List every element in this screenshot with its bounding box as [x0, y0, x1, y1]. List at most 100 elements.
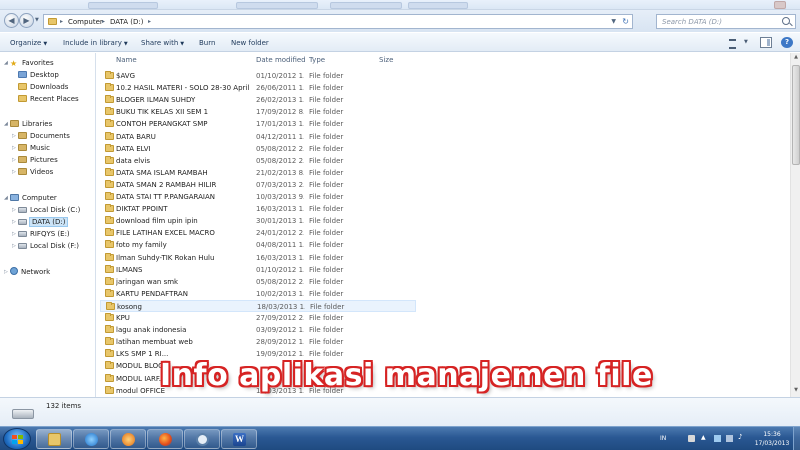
table-row[interactable]: DATA ELVI 05/08/2012 2... File folder — [100, 143, 416, 155]
preview-pane-icon[interactable] — [760, 37, 772, 48]
forward-button[interactable]: ▶ — [19, 13, 34, 28]
nav-rifqys-e[interactable]: RIFQYS (E:) — [18, 230, 70, 238]
videos-icon — [18, 168, 27, 175]
nav-libraries[interactable]: Libraries — [10, 120, 52, 128]
nav-network[interactable]: Network — [10, 267, 50, 276]
new-folder-button[interactable]: New folder — [231, 39, 269, 47]
show-desktop-button[interactable] — [793, 427, 800, 450]
action-center-icon[interactable] — [714, 435, 721, 442]
scroll-up-icon[interactable]: ▲ — [792, 54, 800, 63]
nav-music[interactable]: Music — [18, 144, 50, 152]
expand-arrow-icon[interactable]: ▷ — [12, 133, 16, 139]
taskbar-magnifier[interactable] — [184, 429, 220, 449]
expand-arrow-icon[interactable]: ▷ — [12, 243, 16, 249]
table-row[interactable]: ILMANS 01/10/2012 1... File folder — [100, 264, 416, 276]
expand-arrow-icon[interactable]: ▷ — [12, 145, 16, 151]
table-row[interactable]: foto my family 04/08/2011 1... File folder — [100, 239, 416, 251]
breadcrumb-data-d[interactable]: DATA (D:) — [110, 18, 143, 26]
nav-computer[interactable]: Computer — [10, 194, 57, 202]
refresh-icon[interactable]: ↻ — [622, 17, 629, 26]
change-view-icon[interactable] — [728, 37, 740, 49]
expand-arrow-icon[interactable]: ▷ — [12, 157, 16, 163]
start-button[interactable] — [3, 428, 31, 450]
expand-arrow-icon[interactable]: ▷ — [12, 231, 16, 237]
tray-arrow-icon[interactable]: ▲ — [701, 434, 708, 441]
nav-data-d[interactable]: DATA (D:) — [18, 217, 69, 227]
collapse-arrow-icon[interactable]: ◢ — [4, 121, 8, 127]
collapse-arrow-icon[interactable]: ◢ — [4, 195, 8, 201]
organize-button[interactable]: Organize ▼ — [10, 39, 47, 47]
table-row[interactable]: latihan membuat web 28/09/2012 1... File f… — [100, 336, 416, 348]
table-row[interactable]: Ilman Suhdy-TIK Rokan Hulu 16/03/2013 1..… — [100, 252, 416, 264]
table-row[interactable]: FILE LATIHAN EXCEL MACRO 24/01/2012 2... F… — [100, 227, 416, 239]
table-row[interactable]: DATA STAI TT P.PANGARAIAN 10/03/2013 9...… — [100, 191, 416, 203]
table-row[interactable]: download film upin ipin 30/01/2013 1... Fi… — [100, 215, 416, 227]
file-name: download film upin ipin — [116, 217, 198, 226]
address-history-chevron-icon[interactable]: ▼ — [611, 18, 616, 25]
expand-arrow-icon[interactable]: ▷ — [12, 219, 16, 225]
expand-arrow-icon[interactable]: ▷ — [4, 269, 8, 275]
table-row[interactable]: data elvis 05/08/2012 2... File folder — [100, 155, 416, 167]
file-type: File folder — [309, 241, 344, 250]
column-header-size[interactable]: Size — [379, 56, 393, 64]
chevron-down-icon: ▼ — [123, 41, 128, 47]
file-type: File folder — [309, 229, 344, 238]
nav-downloads[interactable]: Downloads — [18, 83, 68, 91]
table-row[interactable]: CONTOH PERANGKAT SMP 17/01/2013 1... File … — [100, 118, 416, 130]
table-row[interactable]: KARTU PENDAFTRAN 10/02/2013 1... File fold… — [100, 288, 416, 300]
table-row[interactable]: DIKTAT PPOINT 16/03/2013 1... File folder — [100, 203, 416, 215]
taskbar-explorer[interactable] — [36, 429, 72, 449]
column-header-date-modified[interactable]: Date modified — [256, 56, 306, 64]
address-bar[interactable]: ▸ Computer ▸ DATA (D:) ▸ ▼ ↻ — [43, 14, 633, 29]
nav-videos[interactable]: Videos — [18, 168, 53, 176]
nav-documents[interactable]: Documents — [18, 132, 70, 140]
expand-arrow-icon[interactable]: ▷ — [12, 169, 16, 175]
nav-pictures[interactable]: Pictures — [18, 156, 58, 164]
view-options-chevron-icon[interactable]: ▼ — [744, 39, 748, 45]
taskbar-internet-explorer[interactable] — [73, 429, 109, 449]
table-row[interactable]: KPU 27/09/2012 2... File folder — [100, 312, 416, 324]
table-row[interactable]: 10.2 HASIL MATERI - SOLO 28-30 April 26/0… — [100, 82, 416, 94]
clock[interactable]: 15:36 17/03/2013 — [752, 430, 792, 448]
taskbar-media-player[interactable] — [110, 429, 146, 449]
taskbar-word[interactable]: W — [221, 429, 257, 449]
tray-flag-icon[interactable] — [688, 435, 695, 442]
help-icon[interactable]: ? — [781, 37, 793, 48]
network-tray-icon[interactable] — [726, 435, 733, 442]
vertical-scrollbar[interactable]: ▲ ▼ — [790, 53, 800, 397]
music-icon — [18, 144, 27, 151]
nav-recent-places[interactable]: Recent Places — [18, 95, 79, 103]
breadcrumb-computer[interactable]: Computer — [68, 18, 103, 26]
search-input[interactable]: Search DATA (D:) — [656, 14, 796, 29]
nav-desktop[interactable]: Desktop — [18, 71, 59, 79]
table-row[interactable]: jaringan wan smk 05/08/2012 2... File fold… — [100, 276, 416, 288]
table-row[interactable]: DATA SMAN 2 RAMBAH HILIR 07/03/2013 2... F… — [100, 179, 416, 191]
table-row[interactable]: BLOGER ILMAN SUHDY 26/02/2013 1... File fo… — [100, 94, 416, 106]
include-in-library-button[interactable]: Include in library ▼ — [63, 39, 128, 47]
scroll-thumb[interactable] — [792, 65, 800, 165]
share-with-button[interactable]: Share with ▼ — [141, 39, 184, 47]
close-icon[interactable] — [774, 1, 786, 9]
nav-local-disk-c[interactable]: Local Disk (C:) — [18, 206, 80, 214]
volume-icon[interactable]: ♪ — [738, 433, 745, 441]
nav-local-disk-f[interactable]: Local Disk (F:) — [18, 242, 79, 250]
burn-button[interactable]: Burn — [199, 39, 215, 47]
column-header-type[interactable]: Type — [309, 56, 325, 64]
recent-pages-chevron-icon[interactable]: ▼ — [35, 17, 41, 25]
table-row[interactable]: kosong 18/03/2013 1... File folder — [100, 299, 416, 312]
table-row[interactable]: lagu anak indonesia 03/09/2012 1... File f… — [100, 324, 416, 336]
expand-arrow-icon[interactable]: ▷ — [12, 207, 16, 213]
table-row[interactable]: DATA BARU 04/12/2011 1... File folder — [100, 131, 416, 143]
scroll-down-icon[interactable]: ▼ — [792, 387, 800, 396]
file-name: Ilman Suhdy-TIK Rokan Hulu — [116, 253, 215, 262]
language-indicator[interactable]: IN — [660, 435, 666, 442]
word-icon: W — [233, 433, 246, 446]
collapse-arrow-icon[interactable]: ◢ — [4, 60, 8, 66]
taskbar-firefox[interactable] — [147, 429, 183, 449]
column-header-name[interactable]: Name — [116, 56, 137, 64]
table-row[interactable]: DATA SMA ISLAM RAMBAH 21/02/2013 8... File… — [100, 167, 416, 179]
back-button[interactable]: ◀ — [4, 13, 19, 28]
table-row[interactable]: $AVG 01/10/2012 1... File folder — [100, 70, 416, 82]
table-row[interactable]: BUKU TIK KELAS XII SEM 1 17/09/2012 8... F… — [100, 106, 416, 118]
nav-favorites[interactable]: ★ Favorites — [10, 59, 54, 68]
